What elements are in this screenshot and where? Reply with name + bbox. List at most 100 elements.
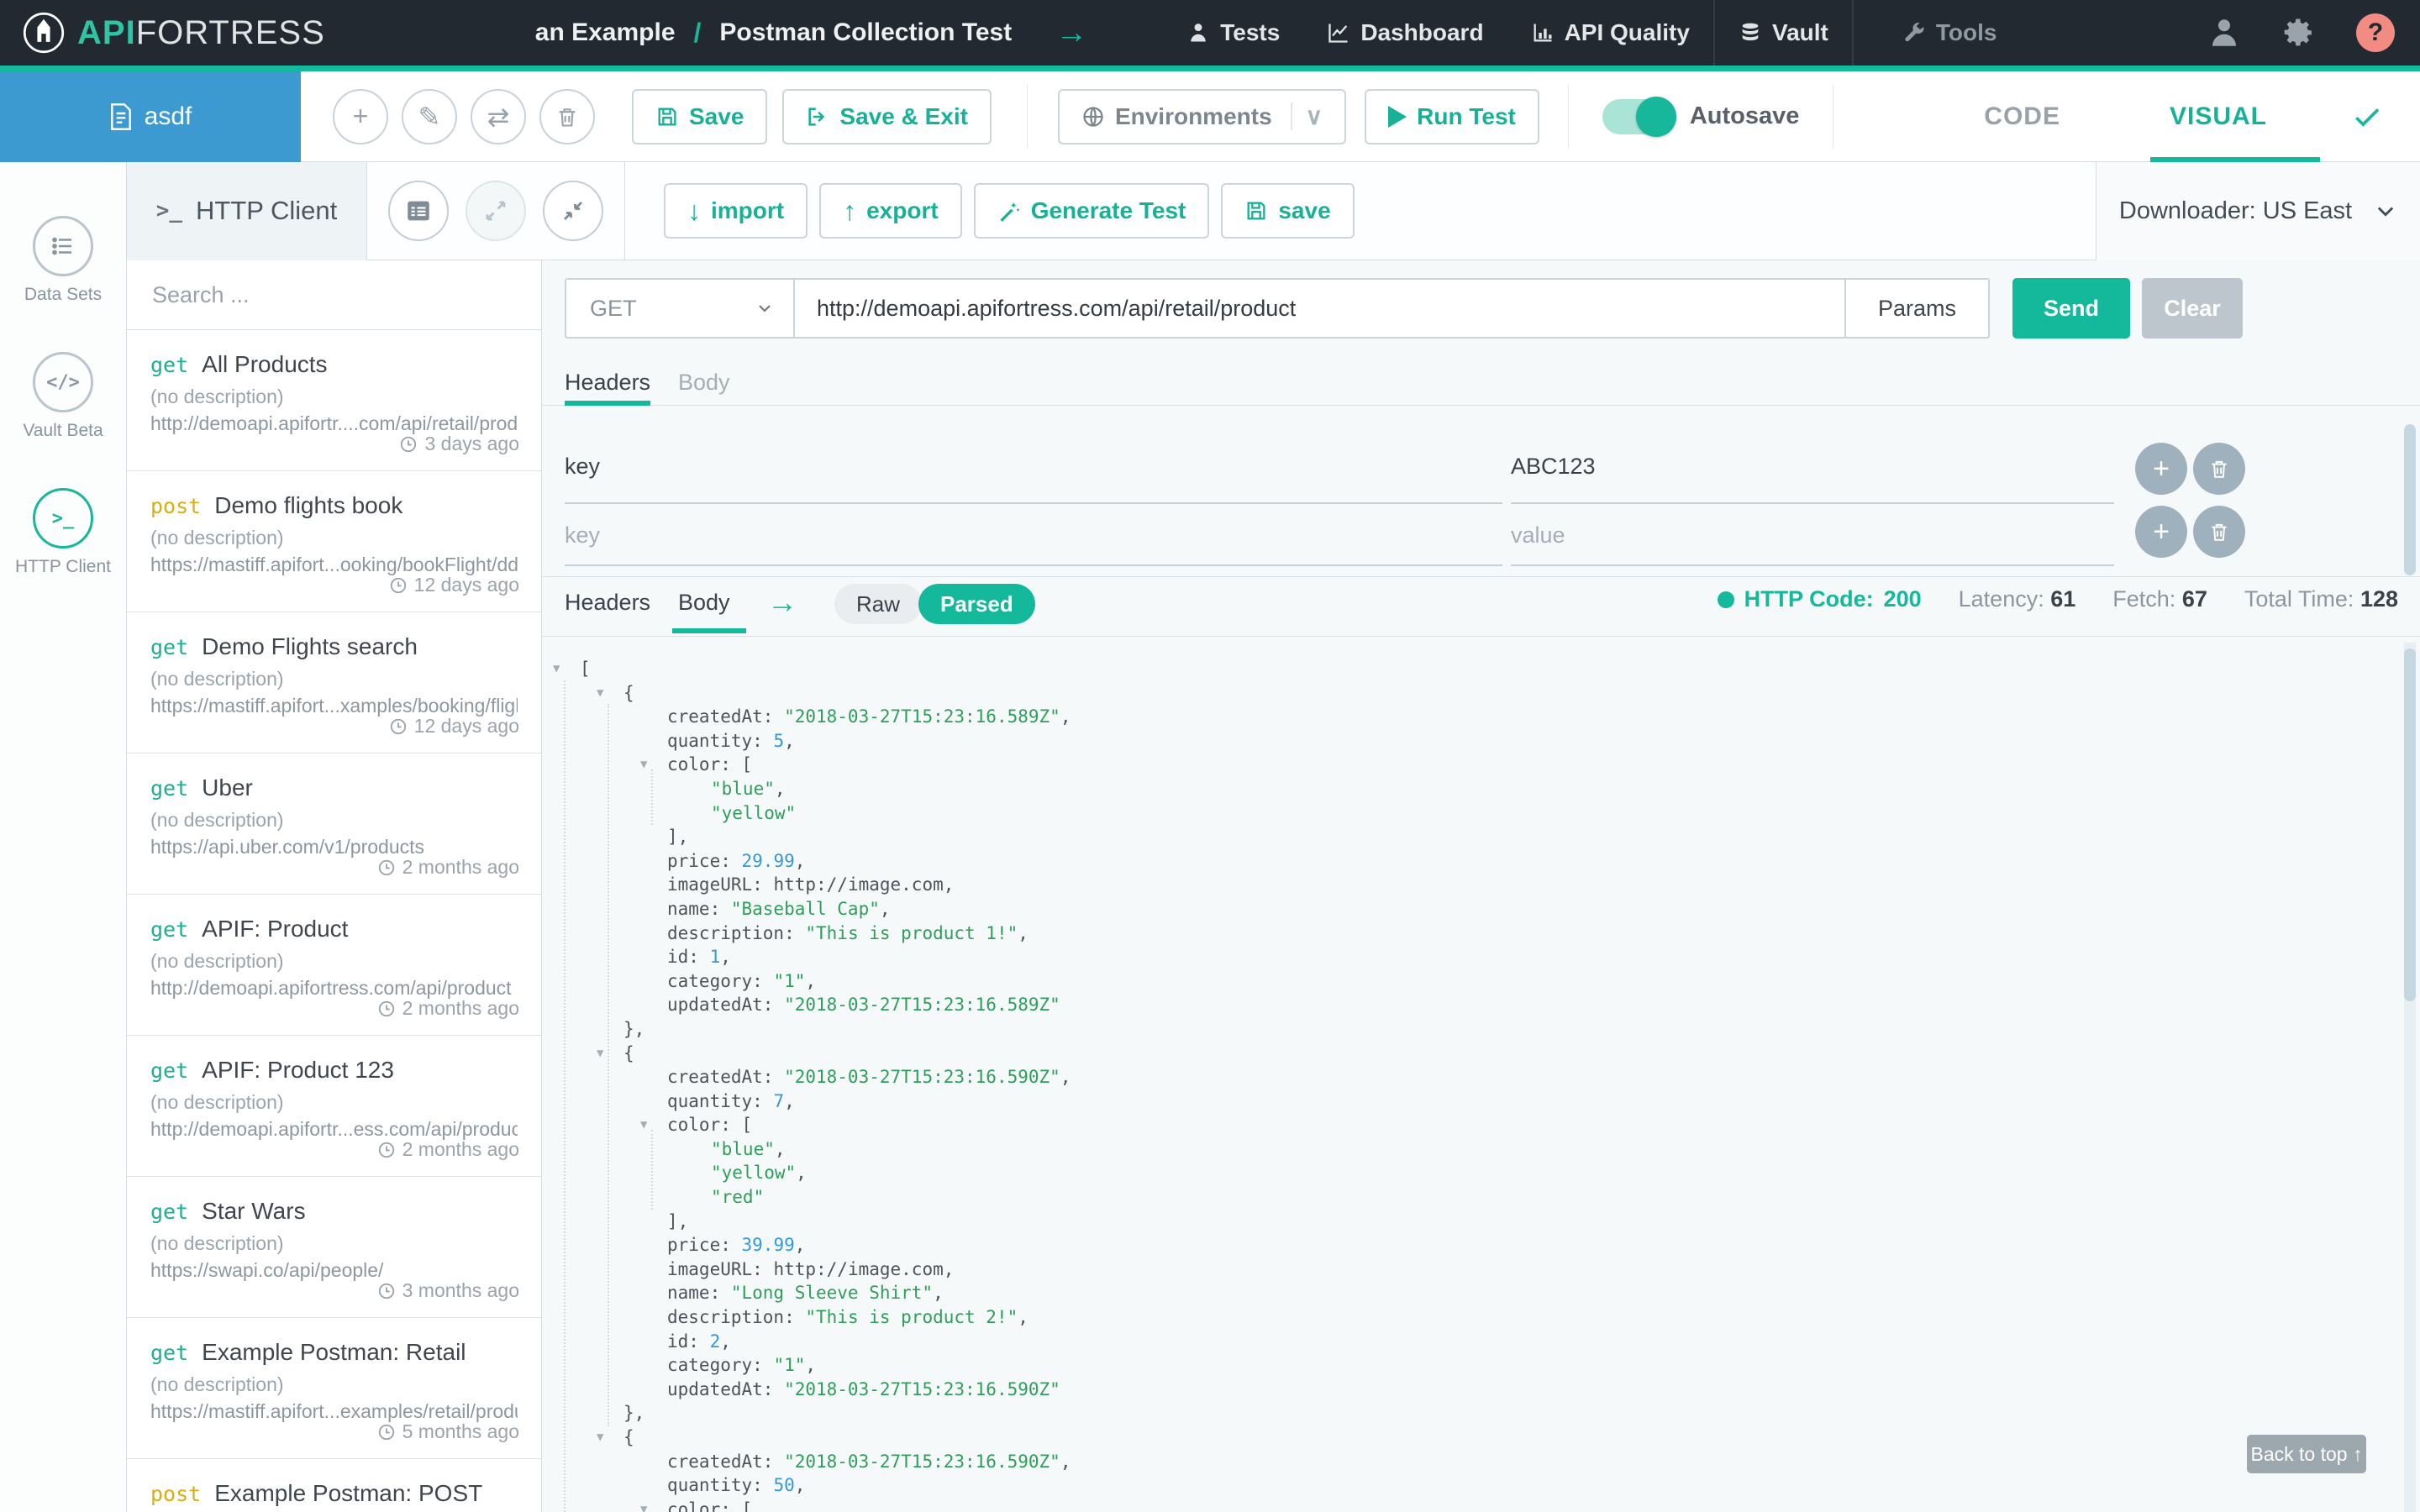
request-age-text: 3 days ago	[424, 433, 519, 454]
json-expander-icon[interactable]: ▼	[640, 753, 647, 777]
request-url: http://demoapi.apifortr....com/api/retai…	[150, 412, 518, 434]
apifortress-logo-icon	[22, 11, 66, 55]
terminal-prompt-icon: >_	[155, 198, 183, 223]
expand-panel-button[interactable]	[466, 181, 526, 241]
breadcrumb-project[interactable]: an Example	[535, 18, 676, 47]
clock-icon	[390, 577, 406, 593]
tests-icon	[1186, 21, 1210, 45]
json-expander-icon[interactable]: ▼	[640, 1113, 647, 1137]
delete-test-button[interactable]	[539, 88, 595, 144]
params-button[interactable]: Params	[1844, 278, 1990, 339]
breadcrumb-arrow-icon[interactable]: →	[1055, 17, 1087, 49]
header-value-input-empty[interactable]	[1511, 506, 2114, 566]
brand[interactable]: APIFORTRESS	[22, 11, 325, 55]
clock-icon	[390, 718, 406, 734]
swap-test-button[interactable]: ⇄	[471, 88, 526, 144]
top-navbar: APIFORTRESS an Example / Postman Collect…	[0, 0, 2420, 66]
generate-test-button[interactable]: Generate Test	[973, 183, 1210, 239]
downloader-select[interactable]: Downloader: US East	[2096, 161, 2420, 260]
method-badge: get	[150, 635, 189, 659]
request-description: (no description)	[150, 527, 284, 549]
request-form-button[interactable]	[388, 181, 449, 241]
json-expander-icon[interactable]: ▼	[640, 1498, 647, 1512]
json-expander-icon[interactable]: ▼	[597, 681, 603, 706]
collapse-panel-button[interactable]	[543, 181, 603, 241]
request-list-item[interactable]: get All Products (no description) http://…	[127, 330, 541, 471]
request-url: https://mastiff.apifort...examples/retai…	[150, 1400, 518, 1422]
gear-icon[interactable]	[2281, 14, 2317, 51]
back-to-top-button[interactable]: Back to top ↑	[2247, 1435, 2366, 1473]
request-list-item[interactable]: post Demo flights book (no description) h…	[127, 471, 541, 612]
save-request-button[interactable]: save	[1221, 183, 1355, 239]
raw-toggle[interactable]: Raw	[834, 584, 923, 624]
save-exit-button[interactable]: Save & Exit	[782, 88, 992, 144]
arrow-down-icon: ↓	[687, 195, 701, 226]
delete-header-button[interactable]	[2193, 443, 2245, 495]
user-icon[interactable]	[2207, 15, 2242, 50]
nav-item-api-quality[interactable]: API Quality	[1507, 0, 1713, 66]
request-list-item[interactable]: get Uber (no description) https://api.ube…	[127, 753, 541, 895]
active-test-tab[interactable]: asdf	[0, 71, 301, 162]
header-key-input[interactable]	[565, 430, 1502, 504]
headers-scrollbar[interactable]	[2404, 424, 2416, 575]
request-tab-body[interactable]: Body	[678, 370, 730, 396]
request-list-item[interactable]: get Demo Flights search (no description) …	[127, 612, 541, 753]
json-line: ▼[	[542, 657, 2420, 681]
rail-item-http-client[interactable]: >_ HTTP Client	[15, 488, 111, 577]
send-button[interactable]: Send	[2012, 278, 2130, 339]
json-expander-icon[interactable]: ▼	[597, 1042, 603, 1066]
response-tab-headers[interactable]: Headers	[565, 590, 650, 616]
floppy-icon	[1247, 202, 1265, 220]
trash-icon	[2212, 523, 2227, 541]
add-header-button[interactable]: +	[2135, 443, 2187, 495]
help-icon[interactable]: ?	[2356, 13, 2395, 52]
breadcrumb-separator: /	[693, 17, 702, 48]
environments-dropdown[interactable]: Environments ∨	[1057, 88, 1347, 144]
save-button[interactable]: Save	[632, 88, 768, 144]
rail-item-data-sets[interactable]: Data Sets	[24, 216, 102, 305]
header-key-input-empty[interactable]	[565, 506, 1502, 566]
nav-item-tools[interactable]: Tools	[1879, 0, 2021, 66]
delete-header-button[interactable]	[2193, 506, 2245, 558]
import-button[interactable]: ↓ import	[664, 183, 808, 239]
rail-item-vault-beta[interactable]: </> Vault Beta	[23, 352, 103, 441]
search-input[interactable]	[127, 281, 541, 308]
request-list-item[interactable]: get Example Postman: Retail (no descripti…	[127, 1318, 541, 1459]
request-tab-headers[interactable]: Headers	[565, 370, 650, 396]
edit-test-button[interactable]: ✎	[402, 88, 457, 144]
method-badge: post	[150, 494, 202, 518]
request-list-item[interactable]: get APIF: Product (no description) http:/…	[127, 895, 541, 1036]
nav-item-dashboard[interactable]: Dashboard	[1303, 0, 1507, 66]
request-list-item[interactable]: postExample Postman: POST Refresh Token	[127, 1459, 541, 1512]
header-value-input[interactable]	[1511, 430, 2114, 504]
nav-label: Vault	[1771, 19, 1828, 45]
request-list-item[interactable]: get Star Wars (no description) https://sw…	[127, 1177, 541, 1318]
export-button[interactable]: ↑ export	[819, 183, 962, 239]
autosave-toggle[interactable]	[1602, 96, 1676, 137]
breadcrumb-page[interactable]: Postman Collection Test	[719, 18, 1012, 47]
request-list-item[interactable]: get APIF: Product 123 (no description) ht…	[127, 1036, 541, 1177]
magic-wand-icon	[1000, 202, 1020, 222]
url-input[interactable]	[795, 295, 1844, 322]
response-scrollbar[interactable]	[2404, 648, 2416, 1001]
clock-icon	[378, 859, 394, 875]
response-tab-body[interactable]: Body	[678, 590, 730, 616]
request-age-text: 3 months ago	[402, 1279, 519, 1301]
parsed-toggle[interactable]: Parsed	[918, 584, 1035, 624]
json-tree: ▼[▼{createdAt: "2018-03-27T15:23:16.589Z…	[542, 637, 2420, 1512]
nav-item-vault[interactable]: Vault	[1715, 0, 1852, 66]
json-expander-icon[interactable]: ▼	[597, 1425, 603, 1450]
url-field	[793, 278, 1846, 339]
add-test-button[interactable]: +	[333, 88, 388, 144]
json-expander-icon[interactable]: ▼	[553, 657, 560, 681]
run-test-button[interactable]: Run Test	[1365, 88, 1539, 144]
rail-label: Data Sets	[24, 285, 103, 304]
tab-visual[interactable]: VISUAL	[2170, 102, 2267, 131]
method-select[interactable]: GET	[565, 278, 795, 339]
clear-button[interactable]: Clear	[2142, 278, 2243, 339]
rail-label: HTTP Client	[15, 557, 111, 576]
brand-fortress: FORTRESS	[135, 13, 325, 51]
nav-item-tests[interactable]: Tests	[1163, 0, 1303, 66]
tab-code[interactable]: CODE	[1984, 102, 2060, 131]
add-header-button[interactable]: +	[2135, 506, 2187, 558]
